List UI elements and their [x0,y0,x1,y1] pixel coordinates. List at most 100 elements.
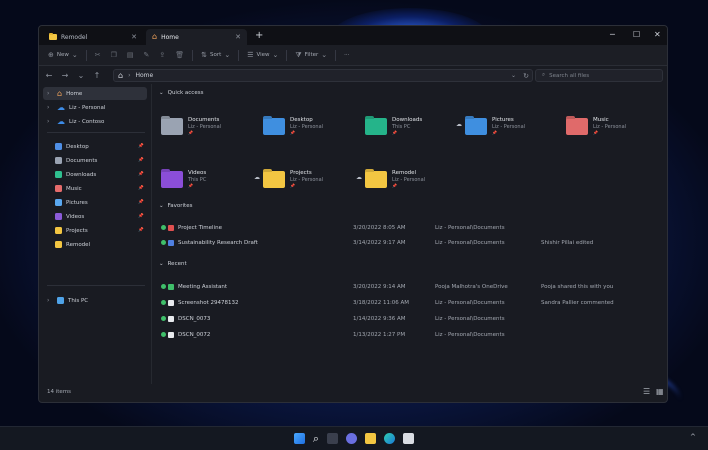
rename-icon[interactable]: ✎ [139,51,155,59]
tile-name: Remodel [392,170,417,176]
quick-access-tile[interactable]: Downloads This PC 📌 [365,111,465,141]
chevron-right-icon[interactable]: › [47,118,53,125]
recent-header[interactable]: ⌄ Recent [159,261,187,267]
pin-icon: 📌 [138,172,144,177]
edge-icon[interactable] [384,433,396,444]
pin-icon: 📌 [392,183,397,188]
tile-text: Pictures Liz - Personal 📌 [492,117,525,135]
sidebar-item-this-pc[interactable]: › This PC [43,294,147,307]
delete-icon[interactable]: 🗑 [170,51,189,59]
file-activity: Sandra Pallier commented [541,300,614,306]
file-icon [168,316,174,322]
new-tab-button[interactable]: + [255,30,263,41]
chevron-right-icon[interactable]: › [47,297,53,304]
filter-button[interactable]: ⧩ Filter ⌄ [290,51,332,60]
details-view-icon[interactable]: ☰ [643,387,650,396]
quick-access-tile[interactable]: Videos This PC 📌 [161,164,261,194]
tile-name: Documents [188,117,220,123]
new-button[interactable]: ⊕ New ⌄ [43,51,83,59]
quick-access-tile[interactable]: Projects Liz - Personal 📌 [263,164,363,194]
file-row[interactable]: Sustainability Research Draft 3/14/2022 9… [157,236,665,250]
chat-icon[interactable] [346,433,358,444]
view-button[interactable]: ☰ View ⌄ [242,51,283,59]
sidebar-item-home[interactable]: › ⌂ Home [43,87,147,100]
close-tab-icon[interactable]: ✕ [235,33,241,41]
tab-remodel[interactable]: Remodel ✕ [43,29,143,45]
sync-status-icon [161,240,166,245]
file-icon [168,300,174,306]
forward-icon[interactable]: → [57,71,73,80]
sort-button[interactable]: ⇅ Sort ⌄ [196,51,235,59]
sidebar-item-liz-personal[interactable]: › ☁ Liz - Personal [43,101,147,114]
item-count: 14 items [47,389,72,395]
chevron-right-icon[interactable]: › [47,104,53,111]
close-window-button[interactable]: ✕ [654,30,661,39]
file-row[interactable]: Meeting Assistant 3/20/2022 9:14 AM Pooja … [157,280,665,294]
sidebar-item-videos[interactable]: Videos 📌 [43,210,147,223]
start-icon[interactable] [293,433,305,444]
chevron-down-icon[interactable]: ⌄ [73,71,89,80]
quick-access-header[interactable]: ⌄ Quick access [159,90,203,96]
folder-icon [49,32,57,40]
sidebar-item-label: Remodel [66,241,91,248]
sidebar-item-label: Downloads [66,171,97,178]
file-row[interactable]: DSCN_0073 1/14/2022 9:36 AM Liz - Personal… [157,312,665,326]
quick-access-tile[interactable]: Music Liz - Personal 📌 [566,111,666,141]
up-icon[interactable]: ↑ [89,71,105,80]
quick-access-tile[interactable]: Desktop Liz - Personal 📌 [263,111,363,141]
tiles-view-icon[interactable]: ▦ [656,387,664,396]
sidebar-item-remodel[interactable]: Remodel [43,238,147,251]
music-folder-icon [55,185,62,192]
chevron-right-icon[interactable]: › [47,90,53,97]
pin-icon: 📌 [188,183,193,188]
chevron-down-icon: ⌄ [224,51,231,59]
close-tab-icon[interactable]: ✕ [131,33,137,41]
minimize-button[interactable]: ─ [610,30,615,39]
paste-icon[interactable]: ▤ [122,51,139,59]
chevron-down-icon: ⌄ [159,261,164,267]
file-row[interactable]: DSCN_0072 1/13/2022 1:27 PM Liz - Personal… [157,328,665,342]
sidebar-item-downloads[interactable]: Downloads 📌 [43,168,147,181]
pictures-folder-icon [465,117,487,135]
quick-access-tile[interactable]: Documents Liz - Personal 📌 [161,111,261,141]
sidebar-item-pictures[interactable]: Pictures 📌 [43,196,147,209]
sidebar-item-label: Projects [66,227,88,234]
maximize-button[interactable]: ☐ [633,30,640,39]
chevron-down-icon[interactable]: ⌄ [511,72,516,79]
sidebar-item-documents[interactable]: Documents 📌 [43,154,147,167]
refresh-icon[interactable]: ↻ [523,72,529,80]
quick-access-tile[interactable]: Remodel Liz - Personal 📌 [365,164,465,194]
downloads-folder-icon [365,117,387,135]
pin-icon: 📌 [593,130,598,135]
sidebar-item-liz-contoso[interactable]: › ☁ Liz - Contoso [43,115,147,128]
quick-access-tile[interactable]: Pictures Liz - Personal 📌 [465,111,565,141]
store-icon[interactable] [403,433,415,444]
share-icon[interactable]: ⇪ [154,51,170,59]
address-bar[interactable]: ⌂ › Home ⌄ ↻ [113,69,533,82]
search-icon: ⌕ [542,72,546,78]
search-icon[interactable]: ⌕ [313,432,319,446]
task-view-icon[interactable] [327,433,339,444]
sidebar-item-label: Pictures [66,199,88,206]
sidebar-item-music[interactable]: Music 📌 [43,182,147,195]
sidebar-item-label: Home [66,90,83,97]
favorites-header[interactable]: ⌄ Favorites [159,203,192,209]
file-row[interactable]: Project Timeline 3/20/2022 8:05 AM Liz - P… [157,221,665,235]
chevron-up-icon[interactable]: ^ [690,433,696,441]
divider [238,49,240,61]
file-location: Liz - Personal\Documents [435,332,505,338]
more-button[interactable]: ··· [339,52,354,58]
back-icon[interactable]: ← [41,71,57,80]
sidebar-item-desktop[interactable]: Desktop 📌 [43,140,147,153]
sidebar-item-projects[interactable]: Projects 📌 [43,224,147,237]
file-row[interactable]: Screenshot 29478132 3/18/2022 11:06 AM Liz… [157,296,665,310]
divider [47,285,145,286]
search-input[interactable]: ⌕ Search all files [535,69,663,82]
sidebar-item-label: Music [66,185,82,192]
copy-icon[interactable]: ❐ [106,51,122,59]
tab-home[interactable]: ⌂ Home ✕ [146,29,247,45]
cut-icon[interactable]: ✂ [90,51,106,59]
file-explorer-icon[interactable] [365,433,377,444]
file-activity: Pooja shared this with you [541,284,614,290]
address-row: ← → ⌄ ↑ ⌂ › Home ⌄ ↻ ⌕ Search all files [39,66,667,84]
